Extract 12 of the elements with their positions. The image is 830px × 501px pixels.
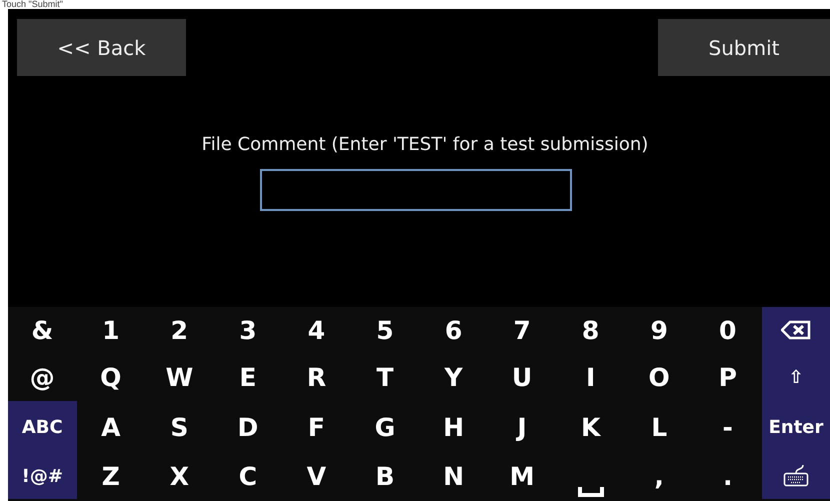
submit-button[interactable]: Submit [658,19,830,76]
backspace-icon[interactable] [781,320,811,340]
caption-text: Touch "Submit" [2,0,63,9]
key[interactable]: Enter [762,401,830,453]
back-button[interactable]: << Back [17,19,186,76]
space-bar-icon[interactable] [578,487,604,497]
keyboard-icon[interactable] [783,464,809,488]
comment-input-field[interactable] [260,169,572,211]
key[interactable]: ABC [8,401,77,453]
key[interactable]: !@# [8,453,77,499]
prompt-label: File Comment (Enter 'TEST' for a test submission) [202,134,648,155]
key[interactable]: ⇧ [762,353,830,401]
